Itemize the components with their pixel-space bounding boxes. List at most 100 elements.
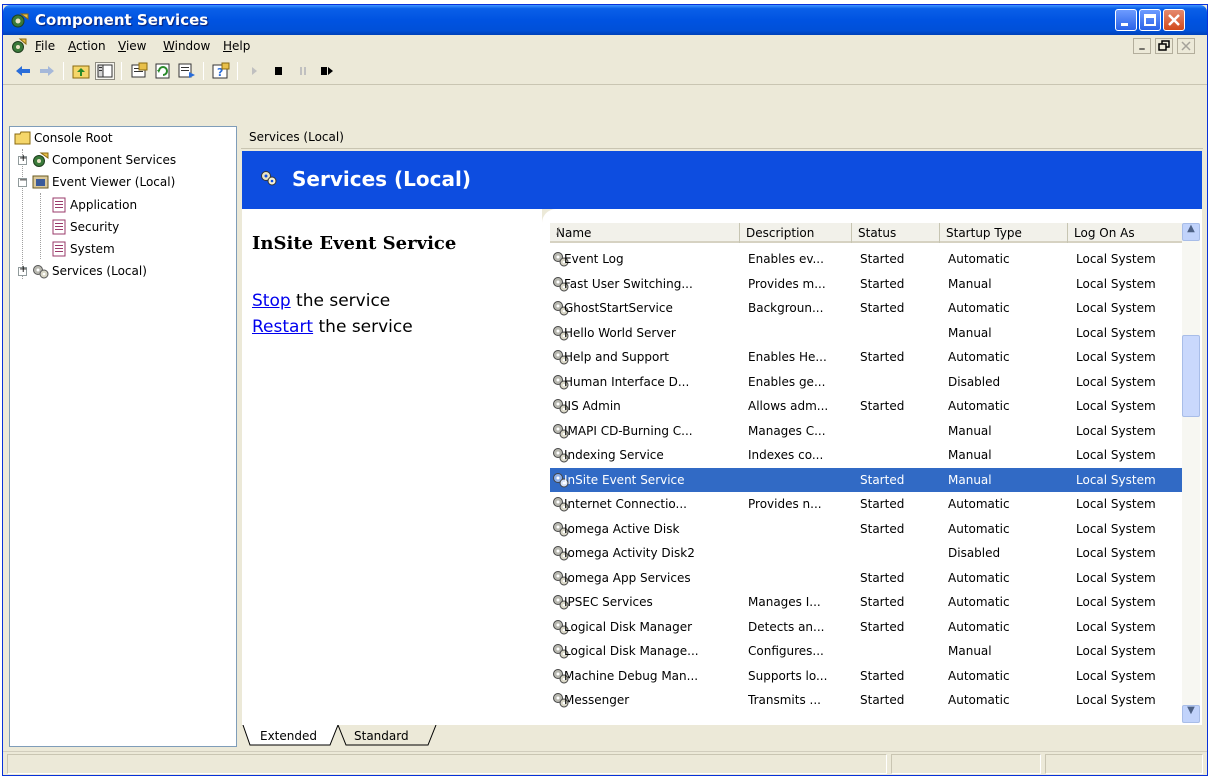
stop-service-suffix: the service [290, 291, 391, 311]
show-hide-console-tree-button[interactable] [95, 62, 115, 80]
table-row[interactable]: IMAPI CD-Burning C... Manages C... Manual L… [550, 419, 1182, 443]
up-one-level-icon[interactable] [71, 62, 91, 80]
service-startup-type: Manual [948, 325, 992, 340]
event-viewer-icon [32, 175, 49, 189]
menu-file[interactable]: File [35, 39, 55, 53]
folder-icon [14, 131, 31, 145]
tab-extended[interactable]: Extended [250, 725, 334, 747]
service-startup-type: Manual [948, 276, 992, 291]
table-row[interactable]: IPSEC Services Manages I... Started Automat… [550, 590, 1182, 614]
column-header-label: Startup Type [946, 226, 1022, 240]
service-name: Iomega Active Disk [564, 521, 680, 536]
service-log-on-as: Local System [1076, 350, 1156, 364]
export-list-icon[interactable] [177, 62, 197, 80]
menu-action[interactable]: Action [68, 39, 106, 53]
column-header-description[interactable]: Description [740, 223, 852, 243]
scroll-thumb[interactable] [1182, 335, 1200, 417]
mmc-system-menu-icon[interactable] [11, 38, 27, 54]
collapse-toggle[interactable]: − [18, 175, 27, 187]
table-row[interactable]: GhostStartService Backgroun... Started Auto… [550, 296, 1182, 320]
table-row[interactable]: Internet Connectio... Provides n... Starte… [550, 492, 1182, 516]
vertical-scrollbar[interactable]: ▲ ▼ [1182, 223, 1200, 723]
service-startup-type: Automatic [948, 570, 1010, 585]
service-status: Started [860, 350, 905, 364]
tab-standard[interactable]: Standard [346, 725, 430, 747]
tree-item-component-services[interactable]: + Component Services [12, 151, 232, 171]
table-row[interactable]: Iomega Active Disk Started Automatic Local … [550, 517, 1182, 541]
properties-icon[interactable] [129, 62, 149, 80]
tree-item-application[interactable]: Application [12, 196, 232, 216]
column-header-log-on-as[interactable]: Log On As [1068, 223, 1182, 243]
column-header-name[interactable]: Name / [550, 223, 740, 243]
table-row[interactable]: IIS Admin Allows adm... Started Automatic Lo… [550, 394, 1182, 418]
stop-service-icon[interactable] [269, 62, 289, 80]
pause-service-icon[interactable] [293, 62, 313, 80]
service-description: Provides n... [748, 497, 822, 511]
tree-item-security[interactable]: Security [12, 218, 232, 238]
tree-item-label: Console Root [34, 131, 113, 145]
table-row[interactable]: Messenger Transmits ... Started Automatic Lo… [550, 688, 1182, 712]
event-log-icon [52, 241, 66, 257]
tree-item-event-viewer[interactable]: − Event Viewer (Local) [12, 173, 232, 193]
service-status: Started [860, 570, 905, 585]
help-icon[interactable]: ? [211, 62, 231, 80]
tree-item-label: Security [70, 220, 120, 234]
sort-indicator-icon: / [556, 226, 560, 237]
component-services-icon [11, 13, 29, 28]
column-header-startup-type[interactable]: Startup Type [940, 223, 1068, 243]
tree-item-system[interactable]: System [12, 240, 232, 260]
child-close-button[interactable] [1177, 38, 1195, 54]
service-startup-type: Automatic [948, 521, 1010, 536]
toolbar: ? [3, 57, 1207, 85]
table-row[interactable]: Iomega Activity Disk2 Disabled Local Syste… [550, 541, 1182, 565]
forward-arrow-icon[interactable] [37, 62, 57, 80]
table-row[interactable]: Indexing Service Indexes co... Manual Local… [550, 443, 1182, 467]
table-row[interactable]: Event Log Enables ev... Started Automatic Lo… [550, 247, 1182, 271]
service-rows: Event Log Enables ev... Started Automatic Lo… [550, 247, 1182, 723]
menu-window[interactable]: Window [163, 39, 210, 53]
expand-toggle[interactable]: + [18, 153, 27, 165]
service-log-on-as: Local System [1076, 595, 1156, 609]
start-service-icon[interactable] [245, 62, 265, 80]
refresh-icon[interactable] [153, 62, 173, 80]
stop-service-link[interactable]: Stop [252, 291, 291, 311]
service-log-on-as: Local System [1076, 668, 1156, 683]
tree-item-services-local[interactable]: + Services (Local) [12, 262, 232, 282]
table-row[interactable]: Hello World Server Manual Local System [550, 321, 1182, 345]
back-arrow-icon[interactable] [13, 62, 33, 80]
table-row[interactable]: InSite Event Service Started Manual Local S… [550, 467, 1182, 492]
title-bar[interactable]: Component Services [3, 5, 1207, 35]
service-startup-type: Disabled [948, 546, 1001, 560]
column-header-status[interactable]: Status [852, 223, 940, 243]
table-row[interactable]: Logical Disk Manager Detects an... Started… [550, 615, 1182, 639]
table-row[interactable]: Fast User Switching... Provides m... Start… [550, 272, 1182, 296]
status-bar-section [891, 754, 1041, 774]
table-row[interactable]: Human Interface D... Enables ge... Disable… [550, 370, 1182, 394]
child-minimize-button[interactable]: _ [1133, 37, 1151, 54]
scroll-up-button[interactable]: ▲ [1182, 223, 1200, 241]
service-description: Provides m... [748, 276, 826, 291]
child-restore-button[interactable] [1155, 38, 1173, 54]
service-name: Iomega App Services [564, 570, 691, 585]
restart-service-icon[interactable] [317, 62, 337, 80]
service-name: Iomega Activity Disk2 [564, 546, 695, 560]
scroll-down-button[interactable]: ▼ [1182, 705, 1200, 723]
table-row[interactable]: Help and Support Enables He... Started Auto… [550, 345, 1182, 369]
table-row[interactable]: Machine Debug Man... Supports lo... Starte… [550, 664, 1182, 688]
banner-title: Services (Local) [292, 167, 471, 191]
service-description: Allows adm... [748, 399, 829, 413]
restart-service-link[interactable]: Restart [252, 317, 313, 337]
close-button[interactable] [1163, 9, 1185, 31]
minimize-button[interactable] [1115, 9, 1137, 31]
menu-help[interactable]: Help [223, 39, 250, 53]
tree-item-console-root[interactable]: Console Root [12, 129, 232, 149]
toolbar-separator [63, 62, 64, 80]
maximize-button[interactable] [1139, 9, 1161, 31]
service-description: Enables ev... [748, 252, 824, 266]
service-description: Configures... [748, 644, 824, 658]
table-row[interactable]: Iomega App Services Started Automatic Local… [550, 566, 1182, 590]
maximize-icon [1144, 14, 1156, 26]
expand-toggle[interactable]: + [18, 264, 27, 276]
menu-view[interactable]: View [118, 39, 146, 53]
table-row[interactable]: Logical Disk Manage... Configures... Manua… [550, 639, 1182, 663]
